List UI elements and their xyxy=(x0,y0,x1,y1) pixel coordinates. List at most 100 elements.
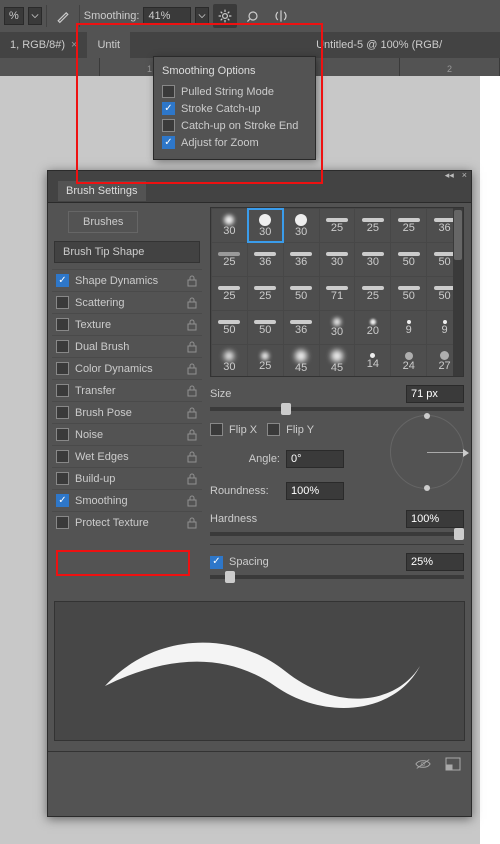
lock-icon[interactable] xyxy=(186,407,198,419)
brush-preset[interactable]: 30 xyxy=(212,209,247,242)
lock-icon[interactable] xyxy=(186,429,198,441)
lock-icon[interactable] xyxy=(186,341,198,353)
lock-icon[interactable] xyxy=(186,495,198,507)
panel-title-bar[interactable]: ◂◂ × xyxy=(48,171,471,179)
brush-tip-shape-button[interactable]: Brush Tip Shape xyxy=(54,241,200,263)
brush-preset[interactable]: 9 xyxy=(391,311,426,344)
brush-preset[interactable]: 25 xyxy=(248,277,283,310)
option-dual-brush[interactable]: Dual Brush xyxy=(52,335,202,357)
slider-thumb[interactable] xyxy=(454,528,464,540)
checkbox[interactable] xyxy=(162,119,175,132)
brush-preset[interactable]: 50 xyxy=(212,311,247,344)
slider-thumb[interactable] xyxy=(225,571,235,583)
tab-brush-settings[interactable]: Brush Settings xyxy=(58,181,146,201)
pressure-opacity-icon[interactable] xyxy=(51,4,75,28)
angle-handle[interactable] xyxy=(424,485,430,491)
checkbox[interactable] xyxy=(56,318,69,331)
brush-preset[interactable]: 20 xyxy=(355,311,390,344)
lock-icon[interactable] xyxy=(186,319,198,331)
roundness-input[interactable]: 100% xyxy=(286,482,344,500)
lock-icon[interactable] xyxy=(186,275,198,287)
checkbox[interactable] xyxy=(162,136,175,149)
option-shape-dynamics[interactable]: Shape Dynamics xyxy=(52,269,202,291)
brush-preset[interactable]: 25 xyxy=(248,345,283,377)
checkbox[interactable] xyxy=(56,384,69,397)
checkbox[interactable] xyxy=(56,274,69,287)
hardness-input[interactable]: 100% xyxy=(406,510,464,528)
checkbox[interactable] xyxy=(56,428,69,441)
checkbox[interactable] xyxy=(56,362,69,375)
checkbox[interactable] xyxy=(56,406,69,419)
lock-icon[interactable] xyxy=(186,363,198,375)
brush-preset[interactable]: 50 xyxy=(391,243,426,276)
checkbox[interactable] xyxy=(56,494,69,507)
lock-icon[interactable] xyxy=(186,451,198,463)
checkbox[interactable] xyxy=(56,472,69,485)
opacity-dropdown[interactable] xyxy=(28,7,42,25)
brush-preset[interactable]: 30 xyxy=(284,209,319,242)
brush-preset[interactable]: 25 xyxy=(320,209,355,242)
checkbox[interactable] xyxy=(56,296,69,309)
popup-option-pulled-string[interactable]: Pulled String Mode xyxy=(162,83,307,100)
pressure-size-icon[interactable] xyxy=(241,4,265,28)
smoothing-dropdown[interactable] xyxy=(195,7,209,25)
opacity-field[interactable]: % xyxy=(4,7,24,25)
brush-preset[interactable]: 14 xyxy=(355,345,390,377)
brush-preset[interactable]: 30 xyxy=(355,243,390,276)
option-texture[interactable]: Texture xyxy=(52,313,202,335)
popup-option-catchup-end[interactable]: Catch-up on Stroke End xyxy=(162,117,307,134)
lock-icon[interactable] xyxy=(186,473,198,485)
smoothing-input[interactable]: 41% xyxy=(143,7,191,25)
scrollbar[interactable] xyxy=(453,208,463,376)
checkbox[interactable] xyxy=(162,85,175,98)
option-brush-pose[interactable]: Brush Pose xyxy=(52,401,202,423)
lock-icon[interactable] xyxy=(186,297,198,309)
symmetry-icon[interactable] xyxy=(269,4,293,28)
brush-preset[interactable]: 50 xyxy=(391,277,426,310)
checkbox[interactable] xyxy=(56,340,69,353)
spacing-input[interactable]: 25% xyxy=(406,553,464,571)
option-transfer[interactable]: Transfer xyxy=(52,379,202,401)
option-wet-edges[interactable]: Wet Edges xyxy=(52,445,202,467)
brush-preset[interactable]: 30 xyxy=(320,311,355,344)
doc-tab-2[interactable]: Untitled-5 @ 100% (RGB/ xyxy=(306,32,452,58)
option-protect-texture[interactable]: Protect Texture xyxy=(52,511,202,533)
angle-input[interactable]: 0° xyxy=(286,450,344,468)
close-icon[interactable]: × xyxy=(71,39,77,51)
slider-thumb[interactable] xyxy=(281,403,291,415)
brush-preset[interactable]: 30 xyxy=(248,209,283,242)
brush-preset[interactable]: 25 xyxy=(212,243,247,276)
brush-preset[interactable]: 36 xyxy=(284,243,319,276)
option-color-dynamics[interactable]: Color Dynamics xyxy=(52,357,202,379)
angle-handle[interactable] xyxy=(424,413,430,419)
brush-preset[interactable]: 30 xyxy=(212,345,247,377)
brush-preset[interactable]: 71 xyxy=(320,277,355,310)
new-brush-icon[interactable] xyxy=(445,757,461,771)
popup-option-stroke-catchup[interactable]: Stroke Catch-up xyxy=(162,100,307,117)
brush-preset[interactable]: 24 xyxy=(391,345,426,377)
gear-icon[interactable] xyxy=(213,4,237,28)
brush-preset[interactable]: 30 xyxy=(320,243,355,276)
brush-preset[interactable]: 36 xyxy=(248,243,283,276)
checkbox[interactable] xyxy=(162,102,175,115)
canvas-document[interactable] xyxy=(480,76,500,844)
checkbox[interactable] xyxy=(56,516,69,529)
flipx-checkbox[interactable] xyxy=(210,423,223,436)
angle-widget[interactable] xyxy=(390,415,464,489)
spacing-checkbox[interactable] xyxy=(210,556,223,569)
brush-preset[interactable]: 36 xyxy=(284,311,319,344)
brushes-button[interactable]: Brushes xyxy=(68,211,138,233)
lock-icon[interactable] xyxy=(186,517,198,529)
flipy-checkbox[interactable] xyxy=(267,423,280,436)
brush-preset-grid[interactable]: 30 30 30 25 25 25 36 25 36 36 30 30 50 5… xyxy=(210,207,464,377)
lock-icon[interactable] xyxy=(186,385,198,397)
toggle-preview-icon[interactable] xyxy=(415,757,431,771)
brush-preset[interactable]: 25 xyxy=(355,209,390,242)
option-scattering[interactable]: Scattering xyxy=(52,291,202,313)
option-smoothing[interactable]: Smoothing xyxy=(52,489,202,511)
size-slider[interactable] xyxy=(210,407,464,411)
brush-preset[interactable]: 25 xyxy=(355,277,390,310)
scrollbar-thumb[interactable] xyxy=(454,210,462,260)
doc-tab-1[interactable]: Untit xyxy=(87,32,130,58)
brush-preset[interactable]: 50 xyxy=(284,277,319,310)
